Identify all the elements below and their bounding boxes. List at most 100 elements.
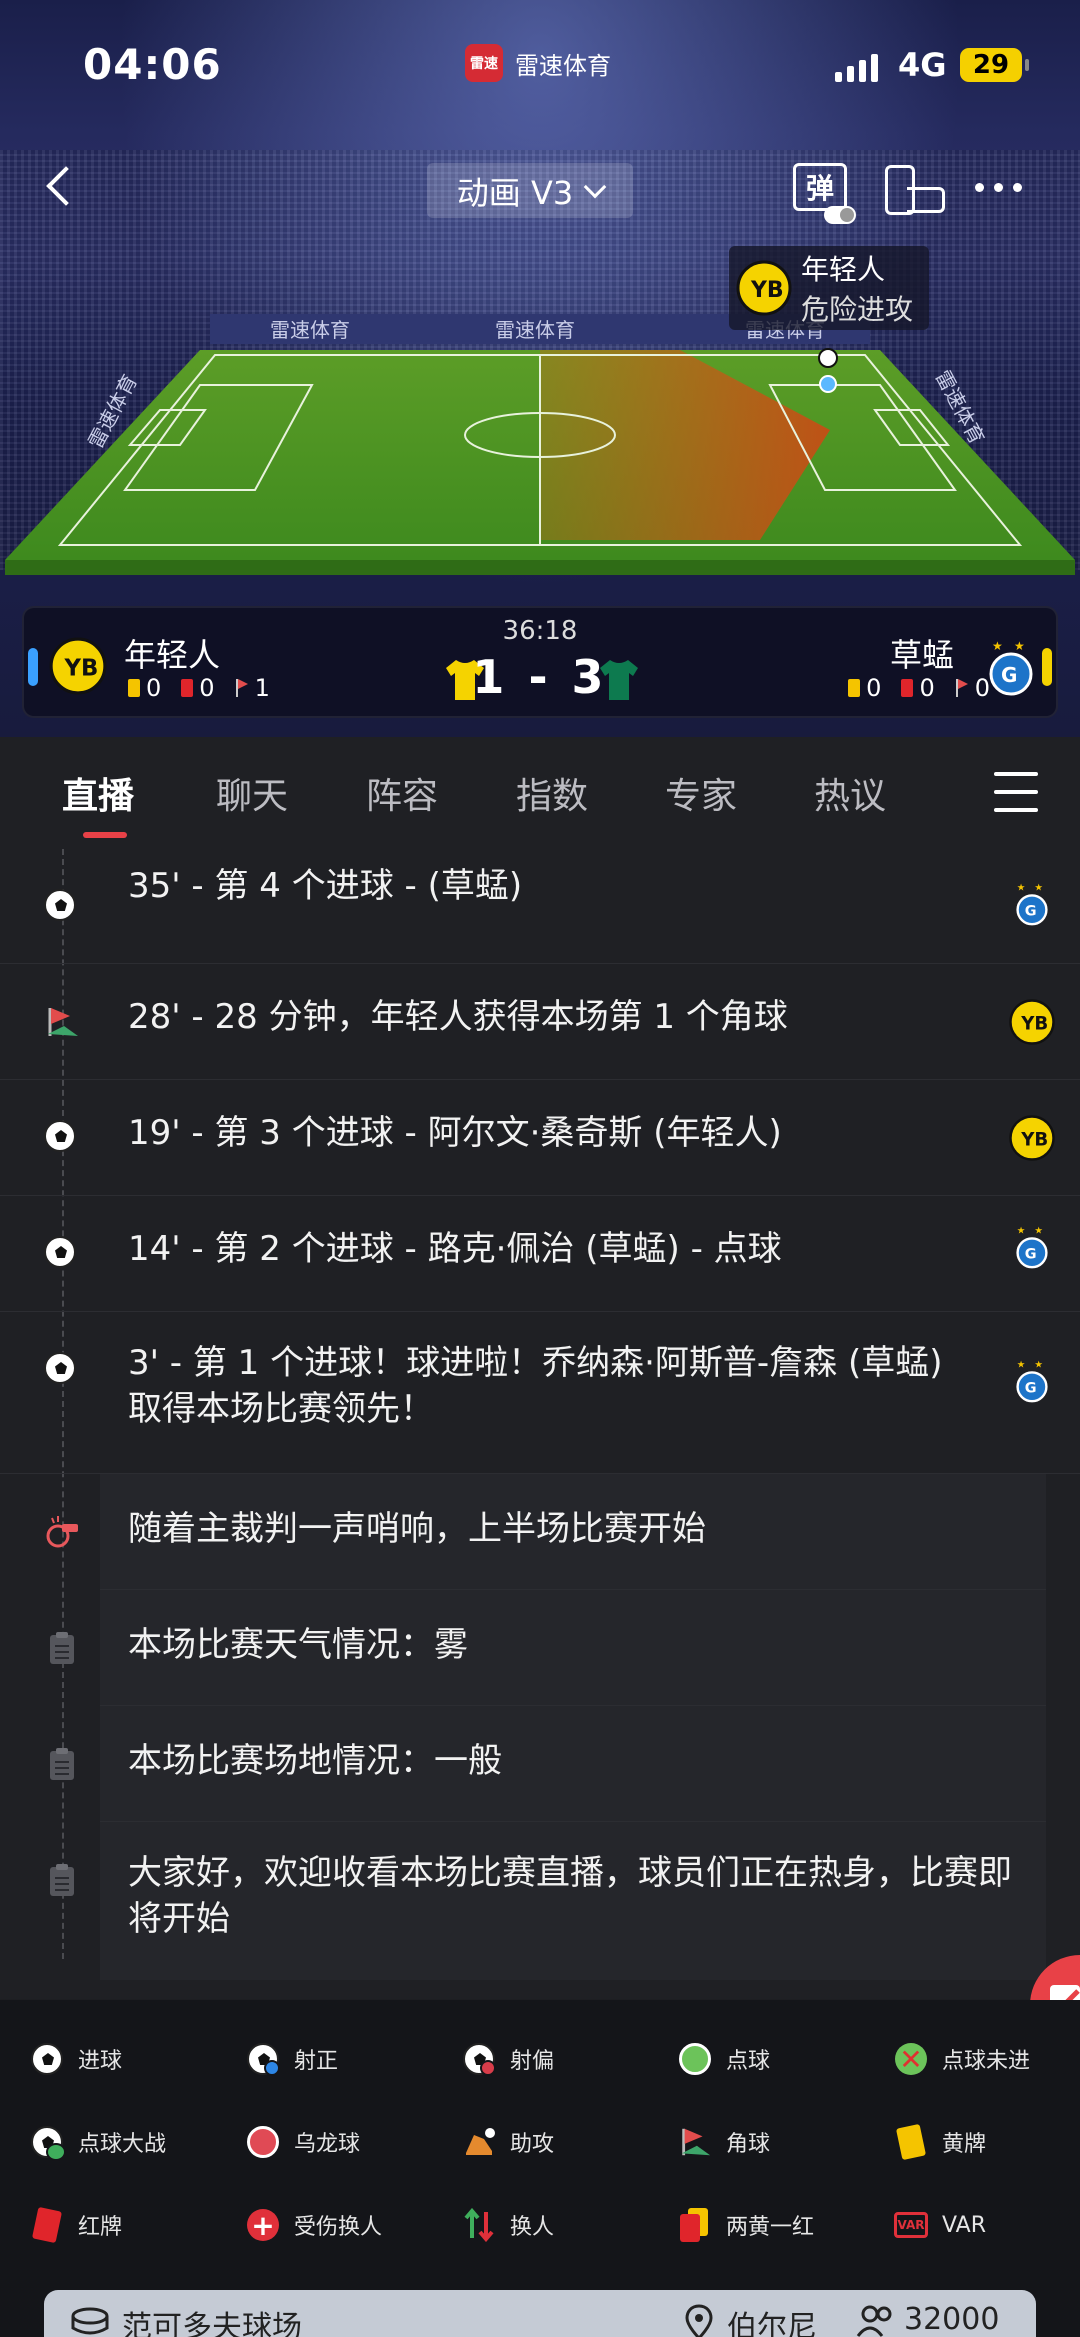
feed-item-corner: 28' - 28 分钟，年轻人获得本场第 1 个角球 YB [0, 964, 1080, 1080]
screen-rotate-icon[interactable] [885, 165, 949, 217]
svg-text:★: ★ [992, 639, 1003, 653]
corner-flag-icon [955, 679, 969, 697]
feed-text: 本场比赛场地情况：一般 [128, 1741, 502, 1781]
legend-item: 点球 [678, 2042, 770, 2076]
ad-text: 雷速体育 [270, 318, 350, 342]
legend-label: 受伤换人 [294, 2215, 383, 2240]
stadium-icon [71, 2307, 109, 2335]
svg-text:★: ★ [1017, 1360, 1026, 1371]
event-tooltip: YB 年轻人 危险进攻 [729, 246, 929, 330]
tooltip-event: 危险进攻 [801, 293, 914, 326]
danmu-switch [824, 206, 856, 224]
svg-text:G: G [1025, 903, 1037, 919]
feed-text: 本场比赛天气情况：雾 [128, 1625, 468, 1665]
svg-text:YB: YB [750, 278, 784, 303]
legend-item: 点球大战 [30, 2125, 166, 2161]
feed-item-goal: 35' - 第 4 个进球 - (草蜢) ★ ★ G [0, 849, 1080, 964]
tooltip-team: 年轻人 [801, 253, 886, 286]
away-yellow-count: 0 [866, 674, 882, 702]
home-team-badge-icon: YB [1009, 999, 1055, 1045]
event-legend: 进球 射正 射偏 点球 ✕ 点球未进 点球大战 乌龙球 助攻 角球 黄牌 红牌 +… [0, 2000, 1080, 2337]
away-team-badge-icon: ★ ★ G [989, 639, 1033, 696]
clipboard-icon [44, 1746, 80, 1782]
legend-item: 射偏 [462, 2042, 554, 2076]
legend-label: 射正 [294, 2049, 339, 2074]
svg-text:G: G [1025, 1380, 1037, 1396]
own-goal-icon [246, 2125, 280, 2159]
animation-mode-selector[interactable]: 动画 V3 [427, 163, 633, 218]
svg-text:★: ★ [1017, 883, 1026, 894]
legend-item: 射正 [246, 2042, 338, 2076]
feed-text: 35' - 第 4 个进球 - (草蜢) [128, 866, 523, 906]
legend-item: 红牌 [30, 2206, 123, 2244]
back-icon[interactable] [40, 160, 80, 210]
feed-item-note: 大家好，欢迎收看本场比赛直播，球员们正在热身，比赛即将开始 [50, 1822, 1046, 1980]
tab-live[interactable]: 直播 [62, 767, 134, 819]
pitch-graphic: 雷速体育 雷速体育 雷速体育 雷速体育 雷速体育 [5, 314, 1075, 575]
injury-sub-icon: + [246, 2208, 280, 2242]
active-tab-indicator [83, 832, 127, 838]
legend-item: 助攻 [462, 2125, 554, 2159]
match-animation-area: 04:06 雷速 雷速体育 4G 29 动画 V3 弹 雷速体育 雷速体育 雷速… [0, 0, 1080, 737]
tab-odds[interactable]: 指数 [516, 767, 588, 819]
status-bar: 04:06 雷速 雷速体育 4G 29 [0, 0, 1080, 130]
away-team-badge-icon: ★ ★ G [1016, 1226, 1048, 1269]
danmu-toggle-icon[interactable]: 弹 [793, 163, 856, 224]
ball-position-dot [819, 375, 837, 393]
legend-label: 换人 [510, 2215, 555, 2240]
feed-item-note: 本场比赛天气情况：雾 [50, 1590, 1046, 1706]
tab-discussion[interactable]: 热议 [814, 767, 886, 819]
yellow-card-icon [848, 679, 861, 697]
signal-icon [835, 50, 878, 82]
corner-icon [678, 2125, 712, 2159]
animation-mode-label: 动画 V3 [456, 173, 574, 212]
away-team-badge-icon: ★ ★ G [1016, 1360, 1048, 1403]
tab-expert[interactable]: 专家 [665, 767, 737, 819]
shot-on-target-icon [246, 2042, 280, 2076]
stadium-capacity: 32000 [904, 2302, 1000, 2337]
menu-icon[interactable] [994, 772, 1038, 812]
network-type: 4G [898, 46, 947, 84]
legend-label: 助攻 [510, 2132, 555, 2157]
second-yellow-red-icon [678, 2208, 712, 2242]
venue-info-bar: 范可多夫球场 伯尔尼 32000 [44, 2290, 1036, 2337]
substitution-icon [462, 2208, 496, 2242]
legend-item: + 受伤换人 [246, 2208, 382, 2242]
chevron-down-icon [583, 175, 607, 198]
svg-text:YB: YB [1020, 1129, 1048, 1150]
legend-item: 两黄一红 [678, 2208, 814, 2242]
feed-item-whistle: 随着主裁判一声哨响，上半场比赛开始 [46, 1474, 1046, 1590]
app-name: 雷速体育 [515, 51, 611, 80]
legend-label: 点球 [726, 2049, 771, 2074]
svg-text:G: G [1025, 1246, 1037, 1262]
svg-text:G: G [1001, 663, 1017, 687]
danmu-label: 弹 [805, 172, 834, 205]
legend-label: 角球 [726, 2132, 771, 2157]
legend-label: 红牌 [78, 2215, 123, 2240]
more-options-icon[interactable] [975, 183, 1022, 192]
shot-off-target-icon [462, 2042, 496, 2076]
ad-text: 雷速体育 [495, 318, 575, 342]
corner-flag-icon [44, 1004, 80, 1040]
app-brand: 雷速 雷速体育 [465, 44, 611, 82]
away-team-name: 草蜢 [889, 636, 954, 674]
legend-item: ✕ 点球未进 [894, 2042, 1030, 2076]
legend-label: VAR [942, 2212, 986, 2238]
feed-item-goal: 14' - 第 2 个进球 - 路克·佩治 (草蜢) - 点球 ★ ★ G [0, 1196, 1080, 1312]
away-shirt-icon [600, 660, 638, 700]
legend-label: 点球未进 [942, 2049, 1031, 2074]
legend-item: 角球 [678, 2125, 770, 2159]
tab-chat[interactable]: 聊天 [216, 767, 288, 819]
svg-text:YB: YB [1020, 1013, 1048, 1034]
legend-item: 进球 [30, 2042, 122, 2076]
yellow-card-icon [894, 2123, 928, 2161]
penalty-missed-icon: ✕ [894, 2042, 928, 2076]
legend-item: 乌龙球 [246, 2125, 360, 2159]
penalty-shootout-icon [30, 2125, 66, 2161]
tab-lineup[interactable]: 阵容 [366, 767, 438, 819]
feed-text: 随着主裁判一声哨响，上半场比赛开始 [128, 1509, 706, 1549]
feed-item-goal: 19' - 第 3 个进球 - 阿尔文·桑奇斯 (年轻人) YB [0, 1080, 1080, 1196]
people-icon [856, 2305, 892, 2337]
goal-icon [44, 889, 80, 925]
svg-text:★: ★ [1014, 639, 1025, 653]
